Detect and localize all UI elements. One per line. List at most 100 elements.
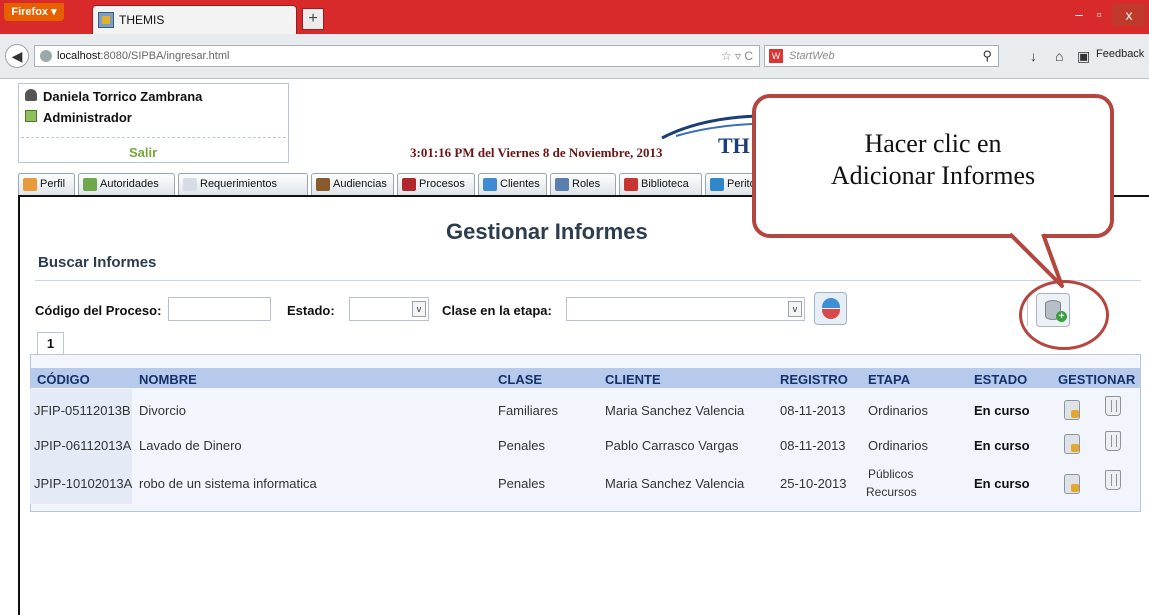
firefox-menu-button[interactable]: Firefox ▾ [4,3,64,21]
logout-link[interactable]: Salir [129,145,157,160]
processes-icon [402,178,416,191]
tab-perfil-label: Perfil [40,178,66,190]
callout-line-1: Hacer clic en [864,129,1002,158]
experts-icon [710,178,724,191]
tab-autoridades-label: Autoridades [100,178,159,190]
tab-biblioteca-label: Biblioteca [641,178,689,190]
browser-titlebar: Firefox ▾ THEMIS + – ▫ x [0,0,1149,34]
cell-nombre: Lavado de Dinero [139,438,242,453]
cell-codigo: JPIP-06112013A [34,438,132,453]
refresh-icon-lower [822,309,840,319]
cell-codigo: JFIP-05112013B [34,403,131,418]
highlight-circle [1019,280,1109,350]
edit-report-icon[interactable] [1064,400,1080,420]
cell-etapa: Ordinarios [868,438,928,453]
cell-registro: 08-11-2013 [780,438,846,453]
user-panel-divider [21,137,286,138]
tab-audiencias-label: Audiencias [333,178,387,190]
codigo-input[interactable] [168,297,271,321]
tab-requerimientos-label: Requerimientos [200,178,278,190]
search-placeholder: StartWeb [789,50,835,62]
tab-procesos-label: Procesos [419,178,465,190]
col-nombre[interactable]: NOMBRE [139,372,197,387]
callout-line-2: Adicionar Informes [830,161,1036,190]
cell-clase: Penales [498,476,545,491]
role-icon [25,110,37,122]
tab-clientes-label: Clientes [500,178,540,190]
home-icon[interactable]: ⌂ [1055,48,1063,64]
datetime-display: 3:01:16 PM del Viernes 8 de Noviembre, 2… [410,145,663,160]
cell-clase: Penales [498,438,545,453]
refresh-icon [822,298,840,308]
trash-icon[interactable] [1105,431,1121,451]
roles-icon [555,178,569,191]
section-title: Buscar Informes [38,254,157,271]
browser-tab-title: THEMIS [119,13,165,27]
tab-perfil[interactable]: Perfil [18,173,75,195]
cell-etapa-second: Recursos [866,485,917,499]
clase-label: Clase en la etapa: [442,303,552,318]
chevron-down-icon[interactable]: v [788,301,802,317]
edit-report-icon[interactable] [1064,434,1080,454]
browser-tab[interactable]: THEMIS [92,5,297,34]
minimize-icon[interactable]: – [1069,6,1089,22]
close-icon[interactable]: x [1112,4,1146,26]
tab-clientes[interactable]: Clientes [478,173,547,195]
col-etapa[interactable]: ETAPA [868,372,910,387]
cell-clase: Familiares [498,403,558,418]
back-arrow-icon[interactable]: ◀ [5,44,29,68]
tab-procesos[interactable]: Procesos [397,173,475,195]
tab-roles[interactable]: Roles [550,173,616,195]
clase-select[interactable]: v [566,297,805,321]
maximize-icon[interactable]: ▫ [1089,6,1109,22]
cell-nombre: Divorcio [139,403,186,418]
user-role: Administrador [43,110,132,125]
user-name: Daniela Torrico Zambrana [43,89,203,104]
cell-estado: En curso [974,438,1030,453]
cell-codigo: JPIP-10102013A [34,476,133,491]
callout-text: Hacer clic en Adicionar Informes [752,128,1114,192]
globe-icon [40,50,52,62]
search-engine-icon[interactable]: W [769,49,783,63]
browser-navbar: ◀ localhost:8080/SIPBA/ingresar.html ☆ ▿… [0,34,1149,79]
cell-registro: 08-11-2013 [780,403,846,418]
trash-icon[interactable] [1105,396,1121,416]
new-tab-button[interactable]: + [302,8,324,30]
tab-autoridades[interactable]: Autoridades [78,173,175,195]
estado-label: Estado: [287,303,335,318]
page-number[interactable]: 1 [37,332,64,354]
col-gestionar: GESTIONAR [1058,372,1136,387]
search-bar[interactable]: W StartWeb ⚲ [764,45,999,67]
requirements-icon [183,178,197,191]
tab-requerimientos[interactable]: Requerimientos [178,173,308,195]
cell-cliente: Pablo Carrasco Vargas [605,438,739,453]
cell-cliente: Maria Sanchez Valencia [605,403,745,418]
col-estado[interactable]: ESTADO [974,372,1027,387]
address-path: :8080/SIPBA/ingresar.html [100,50,230,62]
address-bar[interactable]: localhost:8080/SIPBA/ingresar.html ☆ ▿ C [34,45,760,67]
hearings-icon [316,178,330,191]
col-cliente[interactable]: CLIENTE [605,372,661,387]
search-icon[interactable]: ⚲ [982,48,992,64]
cell-estado: En curso [974,403,1030,418]
feedback-button[interactable]: Feedback [1096,48,1144,60]
chevron-down-icon[interactable]: v [412,301,426,317]
col-codigo[interactable]: CÓDIGO [37,372,90,387]
library-icon [624,178,638,191]
cell-estado: En curso [974,476,1030,491]
bookmark-star-icon[interactable]: ☆ ▿ C [721,49,753,63]
refresh-button[interactable] [814,292,847,325]
cell-cliente: Maria Sanchez Valencia [605,476,745,491]
col-registro[interactable]: REGISTRO [780,372,848,387]
download-icon[interactable]: ↓ [1030,48,1037,64]
authorities-icon [83,178,97,191]
edit-report-icon[interactable] [1064,474,1080,494]
clients-icon [483,178,497,191]
addon-icon[interactable]: ▣ [1077,48,1090,65]
address-url: localhost:8080/SIPBA/ingresar.html [57,50,229,62]
tab-biblioteca[interactable]: Biblioteca [619,173,702,195]
trash-icon[interactable] [1105,470,1121,490]
estado-select[interactable]: v [349,297,429,321]
col-clase[interactable]: CLASE [498,372,542,387]
tab-audiencias[interactable]: Audiencias [311,173,394,195]
